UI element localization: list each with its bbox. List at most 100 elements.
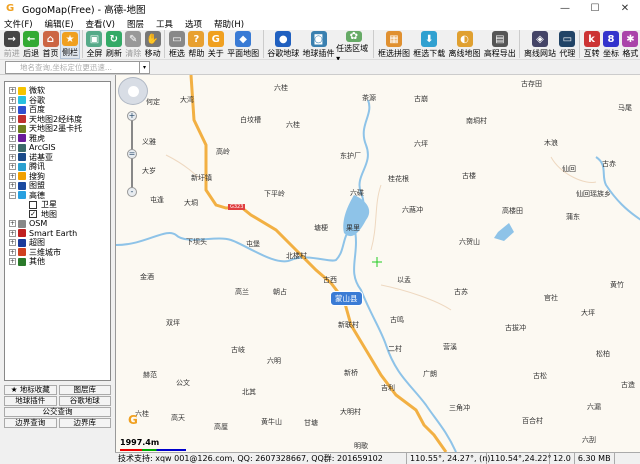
zoom-in-button[interactable]: + [127, 111, 137, 121]
expand-icon[interactable]: + [9, 96, 16, 104]
menu-item[interactable]: 图层 [127, 18, 144, 30]
expand-icon[interactable]: + [9, 144, 16, 152]
toolbar-button-7[interactable]: ✋ 移动 [143, 30, 162, 59]
maximize-button[interactable]: ☐ [580, 0, 610, 18]
expand-icon[interactable]: + [9, 106, 16, 114]
layers-button[interactable]: 图层库 [58, 385, 111, 395]
boundary-library-button[interactable]: 边界库 [58, 418, 111, 428]
expand-icon[interactable]: + [9, 87, 16, 95]
pan-control[interactable] [118, 77, 148, 105]
expand-icon[interactable]: + [9, 248, 16, 256]
toolbar-button-13[interactable]: ◙ 地球插件 [301, 30, 336, 59]
tree-item[interactable]: + 诺基亚 [5, 153, 110, 163]
toolbar-button-label: 框选 [168, 49, 185, 58]
toolbar-button-1[interactable]: ← 后退 [21, 30, 40, 59]
menu-item[interactable]: 文件(F) [4, 18, 33, 30]
tree-item[interactable]: + 腾讯 [5, 162, 110, 172]
tree-item[interactable]: + 图盟 [5, 181, 110, 191]
place-label: 六漏 [587, 403, 601, 411]
tree-item[interactable]: + 微软 [5, 86, 110, 96]
map-source-icon [18, 96, 26, 105]
close-button[interactable]: ✕ [610, 0, 640, 18]
tree-item[interactable]: + Smart Earth [5, 229, 110, 239]
toolbar-button-3[interactable]: ★ 侧栏 [60, 30, 80, 59]
tree-item[interactable]: + ArcGIS [5, 143, 110, 153]
toolbar-button-15[interactable]: ▦ 框选拼图 [376, 30, 411, 59]
expand-icon[interactable]: + [9, 229, 16, 237]
expand-icon[interactable]: + [9, 220, 16, 228]
tree-item[interactable]: ✓ 地图 [5, 210, 110, 220]
expand-icon[interactable]: + [9, 163, 16, 171]
tree-item[interactable]: + 搜狗 [5, 172, 110, 182]
plugins-button[interactable]: 地球插件 [4, 396, 57, 406]
google-earth-button[interactable]: 谷歌地球 [58, 396, 111, 406]
expand-icon[interactable]: + [9, 115, 16, 123]
tree-item[interactable]: + 天地图2墨卡托 [5, 124, 110, 134]
toolbar-button-14[interactable]: ✿ 任选区域▾ [336, 30, 371, 63]
toolbar-button-9[interactable]: ? 帮助 [187, 30, 206, 59]
tree-item[interactable]: + OSM [5, 219, 110, 229]
toolbar-button-17[interactable]: ◐ 离线地图 [447, 30, 482, 59]
expand-icon[interactable]: + [9, 182, 16, 190]
boundary-query-button[interactable]: 边界查询 [4, 418, 57, 428]
expand-icon[interactable]: + [9, 258, 16, 266]
toolbar-button-label: 格式 [622, 49, 639, 58]
toolbar-button-21[interactable]: k 互转 [582, 30, 601, 59]
toolbar-button-19[interactable]: ◈ 离线网站 [522, 30, 557, 59]
toolbar-button-2[interactable]: ⌂ 首页 [41, 30, 60, 59]
search-dropdown-button[interactable]: ▾ [139, 62, 149, 73]
tree-item[interactable]: + 谷歌 [5, 96, 110, 106]
place-label: 大岁 [142, 167, 156, 175]
checkbox[interactable] [29, 200, 37, 209]
toolbar-button-6[interactable]: ✎ 清除 [124, 30, 143, 59]
toolbar-button-0[interactable]: → 前进 [2, 30, 21, 59]
place-label: 高兰 [235, 288, 249, 296]
toolbar-button-label: 谷歌地球 [267, 49, 300, 58]
minimize-button[interactable]: — [550, 0, 580, 18]
place-label: 大坪 [581, 309, 595, 317]
place-label: 双坪 [166, 319, 180, 327]
bus-query-button[interactable]: 公交查询 [4, 407, 111, 417]
place-label: 北楼村 [286, 252, 307, 260]
toolbar-button-label: 关于 [207, 49, 224, 58]
tree-item[interactable]: − 高德 [5, 191, 110, 201]
menu-item[interactable]: 选项 [185, 18, 202, 30]
toolbar-button-4[interactable]: ▣ 全屏 [85, 30, 104, 59]
toolbar-button-8[interactable]: ▭ 框选 [167, 30, 186, 59]
expand-icon[interactable]: + [9, 134, 16, 142]
menu-item[interactable]: 工具 [156, 18, 173, 30]
expand-icon[interactable]: + [9, 239, 16, 247]
expand-icon[interactable]: + [9, 125, 16, 133]
toolbar-button-5[interactable]: ↻ 刷新 [104, 30, 123, 59]
map-view[interactable]: 何定 大湾 六桂 茶源 白坟槽 六桂 义雅 高岭 东护厂 大岁 新圩镇 下平岭 六碟 屯逢 大垌 塘梗 果里 下坝… [115, 75, 640, 452]
checkbox-checked[interactable]: ✓ [29, 210, 37, 219]
tree-item[interactable]: 卫星 [5, 200, 110, 210]
map-source-tree[interactable]: + 微软 + 谷歌 + 百度 + 天地图2经纬度 + 天地图2墨卡托 + 雅虎 + ArcGIS + 诺基亚 +… [4, 81, 111, 381]
toolbar-button-22[interactable]: 8 坐标 [601, 30, 620, 59]
menu-item[interactable]: 帮助(H) [214, 18, 244, 30]
tree-item[interactable]: + 雅虎 [5, 134, 110, 144]
location-search-input[interactable]: 地名查询,坐标定位更迅速... ▾ [5, 61, 150, 74]
tree-item[interactable]: + 其他 [5, 257, 110, 267]
toolbar-button-20[interactable]: ▭ 代理 [558, 30, 577, 59]
favorites-button[interactable]: ★ 地标收藏 [4, 385, 57, 395]
zoom-out-button[interactable]: - [127, 187, 137, 197]
map-source-icon [18, 124, 26, 133]
toolbar-button-11[interactable]: ◆ 平面地图 [225, 30, 260, 59]
toolbar-button-18[interactable]: ▤ 高程导出 [482, 30, 517, 59]
tree-item[interactable]: + 三维城市 [5, 248, 110, 258]
menu-item[interactable]: 编辑(E) [45, 18, 74, 30]
toolbar-button-16[interactable]: ⬇ 框选下载 [412, 30, 447, 59]
toolbar-button-label: 地球插件 [302, 49, 335, 58]
toolbar-button-12[interactable]: ● 谷歌地球 [266, 30, 301, 59]
zoom-slider-handle[interactable]: = [127, 149, 137, 159]
place-label: 赫范 [143, 371, 157, 379]
menu-item[interactable]: 查看(V) [86, 18, 115, 30]
county-badge[interactable]: 蒙山县 [330, 291, 363, 306]
collapse-icon[interactable]: − [9, 191, 16, 199]
toolbar-button-10[interactable]: G 关于 [206, 30, 225, 59]
expand-icon[interactable]: + [9, 172, 16, 180]
zoom-slider[interactable]: + = - [127, 111, 137, 201]
expand-icon[interactable]: + [9, 153, 16, 161]
toolbar-button-23[interactable]: ✱ 格式 [621, 30, 640, 59]
